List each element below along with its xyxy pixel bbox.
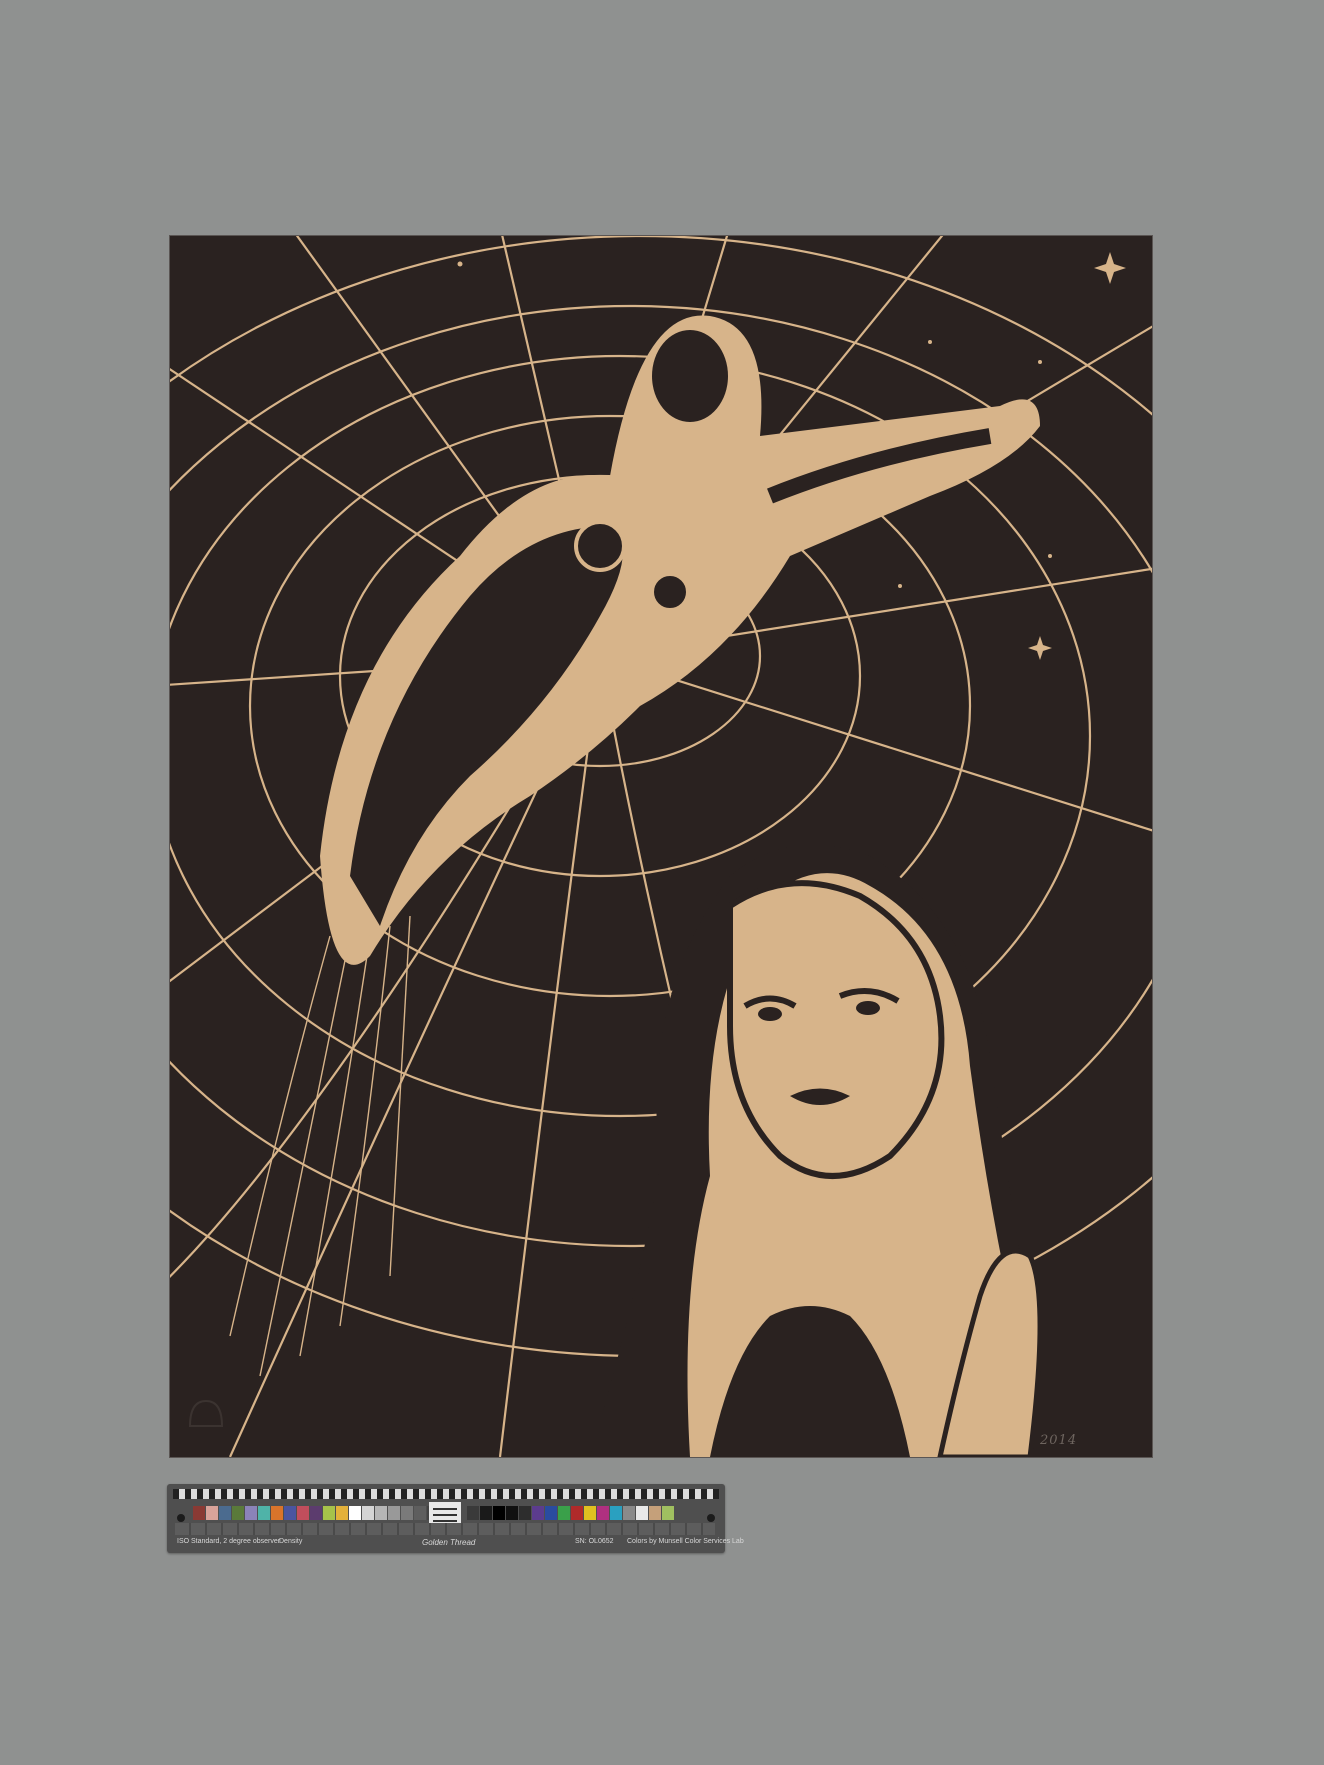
color-swatch <box>206 1506 218 1520</box>
target-left-caption: ISO Standard, 2 degree observer <box>177 1538 281 1545</box>
color-swatch <box>545 1506 557 1520</box>
color-swatch <box>519 1506 531 1520</box>
color-swatch <box>388 1506 400 1520</box>
target-hole-left <box>177 1514 185 1522</box>
color-swatch <box>636 1506 648 1520</box>
density-values <box>175 1523 715 1535</box>
color-swatch <box>662 1506 674 1520</box>
color-swatch <box>258 1506 270 1520</box>
color-swatch <box>297 1506 309 1520</box>
girl-portrait <box>188 844 1044 1457</box>
color-swatch <box>506 1506 518 1520</box>
color-swatch <box>323 1506 335 1520</box>
target-brand: Golden Thread <box>422 1538 476 1547</box>
color-swatch <box>558 1506 570 1520</box>
color-swatch <box>375 1506 387 1520</box>
target-serial: SN: OL0652 <box>575 1538 614 1545</box>
color-swatch <box>597 1506 609 1520</box>
artist-signature: 2014 <box>1040 1433 1078 1448</box>
color-swatch <box>532 1506 544 1520</box>
color-swatch <box>493 1506 505 1520</box>
color-swatch <box>310 1506 322 1520</box>
color-swatch <box>362 1506 374 1520</box>
color-swatch <box>401 1506 413 1520</box>
color-swatch <box>245 1506 257 1520</box>
color-swatch <box>284 1506 296 1520</box>
color-swatches-left <box>193 1506 452 1520</box>
target-hole-right <box>707 1514 715 1522</box>
color-swatch <box>193 1506 205 1520</box>
target-right-caption: Colors by Munsell Color Services Lab <box>627 1538 744 1545</box>
color-swatch <box>336 1506 348 1520</box>
color-swatch <box>467 1506 479 1520</box>
woodcut-print <box>170 236 1152 1457</box>
color-swatch <box>349 1506 361 1520</box>
color-swatch <box>623 1506 635 1520</box>
color-swatch <box>610 1506 622 1520</box>
color-swatch <box>584 1506 596 1520</box>
scale-ruler <box>173 1489 719 1499</box>
target-density-caption: Density <box>279 1538 303 1545</box>
color-swatch <box>571 1506 583 1520</box>
color-swatch <box>232 1506 244 1520</box>
color-swatch <box>219 1506 231 1520</box>
print-artwork <box>170 236 1152 1457</box>
color-swatch <box>414 1506 426 1520</box>
color-swatch <box>480 1506 492 1520</box>
color-swatches-right <box>467 1506 674 1520</box>
color-swatch <box>271 1506 283 1520</box>
color-swatch <box>649 1506 661 1520</box>
color-calibration-target: ISO Standard, 2 degree observer Density … <box>167 1484 744 1553</box>
